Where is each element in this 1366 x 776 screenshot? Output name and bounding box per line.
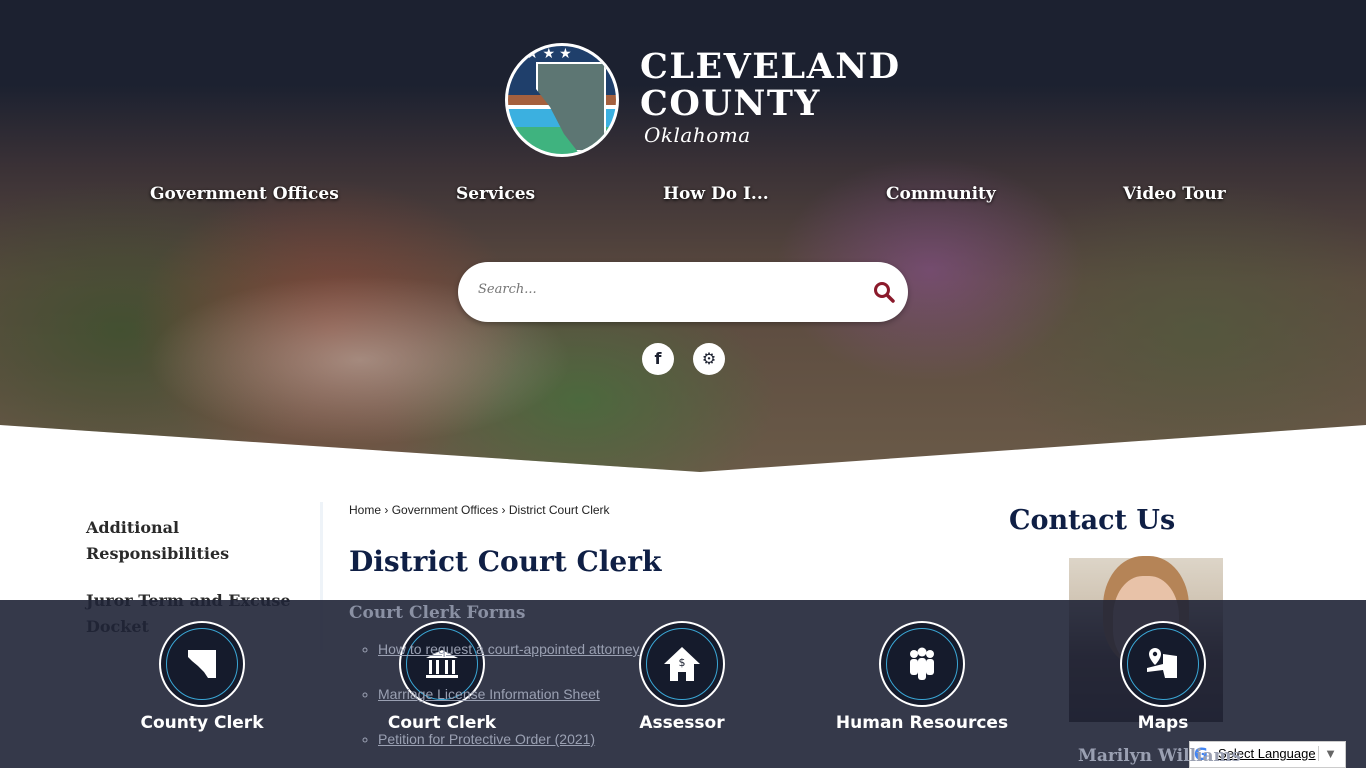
form-link[interactable]: Petition for Protective Order (2021) (378, 731, 595, 747)
sidebar-item-additional-responsibilities[interactable]: Additional Responsibilities (86, 515, 316, 567)
nav-video-tour[interactable]: Video Tour (1123, 184, 1226, 204)
svg-text:$: $ (679, 656, 686, 669)
form-link[interactable]: Marriage License Information Sheet (378, 686, 600, 702)
gear-icon[interactable]: ⚙ (693, 343, 725, 375)
nav-services[interactable]: Services (456, 184, 535, 204)
nav-government-offices[interactable]: Government Offices (150, 184, 339, 204)
section-title: Court Clerk Forms (349, 603, 526, 623)
forms-list: How to request a court-appointed attorne… (378, 641, 640, 776)
breadcrumb-government-offices[interactable]: Government Offices (392, 503, 499, 517)
county-seal-logo[interactable]: ★★★ (505, 43, 619, 157)
contact-name: Marilyn Williams (1078, 746, 1242, 766)
search-bar (458, 262, 908, 322)
facebook-icon[interactable]: f (642, 343, 674, 375)
page-title: District Court Clerk (349, 545, 662, 578)
dropdown-arrow-icon[interactable]: ▼ (1318, 746, 1337, 761)
contact-title: Contact Us (1009, 505, 1176, 536)
brand-line-2: COUNTY (640, 83, 821, 124)
quick-link-county-clerk[interactable]: County Clerk (102, 621, 302, 733)
brand-state: Oklahoma (644, 123, 751, 147)
search-icon[interactable] (872, 280, 896, 304)
map-pin-icon (1147, 648, 1177, 678)
quick-link-maps[interactable]: Maps (1063, 621, 1263, 733)
nav-how-do-i[interactable]: How Do I... (663, 184, 769, 204)
search-input[interactable] (478, 282, 858, 297)
house-dollar-icon: $ (664, 647, 700, 681)
quick-link-human-resources[interactable]: Human Resources (822, 621, 1022, 733)
county-map-icon (188, 650, 216, 678)
quick-link-label: Maps (1137, 713, 1189, 733)
breadcrumb-current: District Court Clerk (508, 503, 610, 517)
site-title[interactable]: CLEVELAND COUNTY Oklahoma (640, 48, 901, 148)
brand-line-1: CLEVELAND (640, 46, 901, 87)
form-link[interactable]: How to request a court-appointed attorne… (378, 641, 640, 657)
breadcrumb: Home › Government Offices › District Cou… (349, 503, 610, 517)
quick-link-label: County Clerk (140, 713, 264, 733)
nav-community[interactable]: Community (886, 184, 996, 204)
quick-link-label: Human Resources (835, 713, 1009, 733)
breadcrumb-home[interactable]: Home (349, 503, 381, 517)
people-icon (910, 647, 934, 680)
